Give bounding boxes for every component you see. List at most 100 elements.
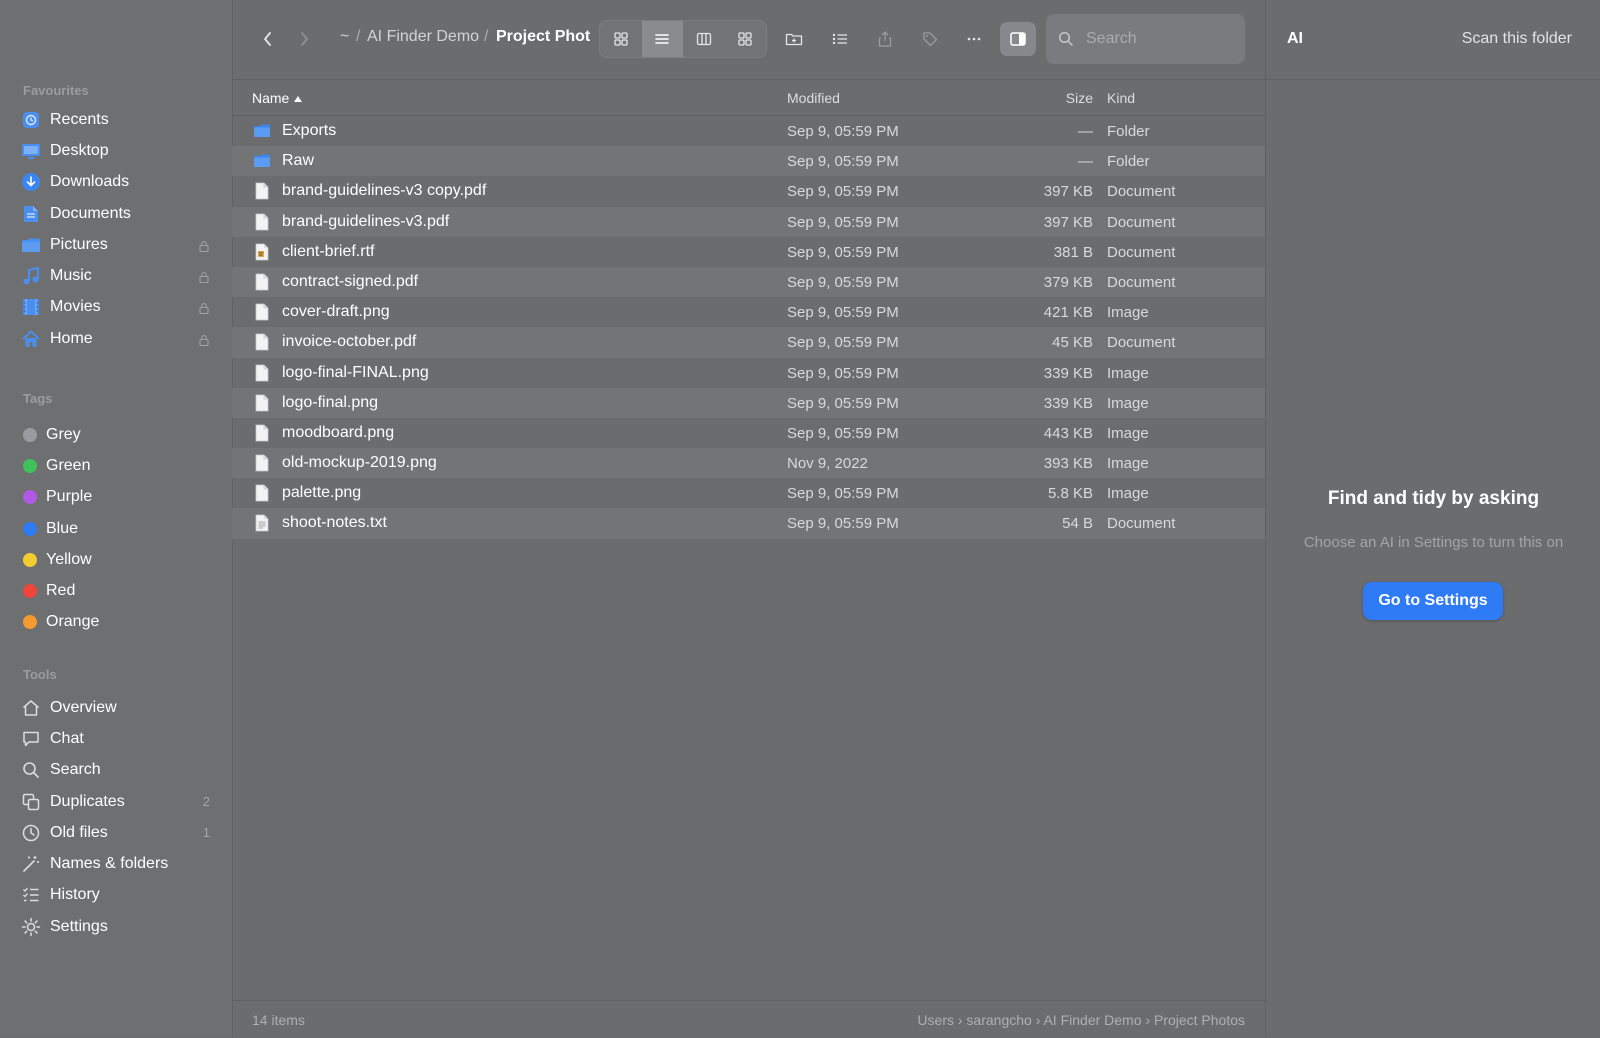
- search-input[interactable]: [1084, 29, 1228, 49]
- tool-item-old-files[interactable]: Old files 1: [0, 817, 232, 848]
- column-header-modified[interactable]: Modified: [787, 90, 840, 106]
- forward-button[interactable]: [292, 26, 316, 52]
- search-field: [1046, 14, 1245, 64]
- breadcrumb-parent[interactable]: AI Finder Demo: [367, 28, 479, 46]
- sidebar: Favourites Recents Desktop Downloads Docume…: [0, 0, 233, 1037]
- breadcrumb-separator: /: [356, 28, 361, 45]
- tool-item-overview[interactable]: Overview: [0, 692, 232, 723]
- more-actions-button[interactable]: [960, 26, 988, 52]
- file-size: —: [1078, 123, 1093, 140]
- clock-icon: [21, 823, 41, 843]
- path-bar[interactable]: Users › sarangcho › AI Finder Demo › Pro…: [917, 1012, 1245, 1028]
- sidebar-item-desktop[interactable]: Desktop: [0, 135, 232, 166]
- checklist-icon: [21, 885, 41, 905]
- file-modified: Sep 9, 05:59 PM: [787, 424, 899, 442]
- column-header-size[interactable]: Size: [1066, 90, 1093, 106]
- tool-item-settings[interactable]: Settings: [0, 911, 232, 942]
- file-row[interactable]: shoot-notes.txt Sep 9, 05:59 PM 54 B Docume…: [232, 508, 1265, 539]
- tool-label: Overview: [50, 698, 117, 716]
- count-badge: 1: [202, 825, 210, 841]
- recents-icon: [21, 110, 41, 130]
- file-kind: Document: [1107, 334, 1176, 352]
- tag-button[interactable]: [916, 26, 944, 52]
- file-modified: Sep 9, 05:59 PM: [787, 123, 899, 140]
- ai-panel: AI Scan this folder Find and tidy by ask…: [1265, 0, 1600, 1037]
- sidebar-item-movies[interactable]: Movies: [0, 292, 232, 323]
- file-name: cover-draft.png: [282, 303, 390, 321]
- file-modified: Sep 9, 05:59 PM: [787, 213, 899, 231]
- sidebar-item-label: Documents: [50, 204, 131, 222]
- sidebar-item-documents[interactable]: Documents: [0, 198, 232, 229]
- file-row[interactable]: cover-draft.png Sep 9, 05:59 PM 421 KB Imag…: [232, 297, 1265, 327]
- duplicates-icon: [21, 792, 41, 812]
- sidebar-item-downloads[interactable]: Downloads: [0, 167, 232, 198]
- column-header-kind[interactable]: Kind: [1107, 90, 1135, 106]
- file-row[interactable]: invoice-october.pdf Sep 9, 05:59 PM 45 KB D…: [232, 327, 1265, 358]
- file-row[interactable]: old-mockup-2019.png Nov 9, 2022 393 KB Imag…: [232, 448, 1265, 479]
- favourites-heading: Favourites: [23, 83, 89, 98]
- tag-color-dot: [23, 584, 37, 599]
- tag-item-yellow[interactable]: Yellow: [0, 544, 232, 575]
- column-view-button[interactable]: [683, 21, 725, 57]
- share-button[interactable]: [871, 26, 899, 52]
- tag-item-purple[interactable]: Purple: [0, 482, 232, 513]
- file-row[interactable]: brand-guidelines-v3 copy.pdf Sep 9, 05:59…: [232, 176, 1265, 206]
- sidebar-item-recents[interactable]: Recents: [0, 104, 232, 135]
- movies-icon: [21, 297, 41, 317]
- breadcrumb-home[interactable]: ~: [340, 28, 349, 46]
- tag-label: Purple: [46, 488, 93, 506]
- sidebar-item-pictures[interactable]: Pictures: [0, 229, 232, 260]
- house-outline-icon: [21, 698, 41, 718]
- sidebar-item-home[interactable]: Home: [0, 323, 232, 354]
- file-kind: Image: [1107, 455, 1149, 473]
- file-row[interactable]: logo-final-FINAL.png Sep 9, 05:59 PM 339 K…: [232, 358, 1265, 388]
- tag-color-dot: [23, 458, 37, 473]
- tag-item-red[interactable]: Red: [0, 575, 232, 606]
- tag-item-green[interactable]: Green: [0, 450, 232, 481]
- list-view-button[interactable]: [641, 21, 683, 57]
- lock-icon: [198, 301, 210, 315]
- file-name: invoice-october.pdf: [282, 333, 417, 351]
- tool-item-duplicates[interactable]: Duplicates 2: [0, 786, 232, 817]
- toggle-ai-panel-button[interactable]: [1000, 22, 1036, 56]
- file-modified: Sep 9, 05:59 PM: [787, 273, 899, 291]
- file-name: logo-final.png: [282, 393, 379, 411]
- new-folder-icon: [785, 33, 803, 46]
- file-list: Exports Sep 9, 05:59 PM — Folder Raw Sep 9, 0…: [232, 116, 1265, 539]
- chevron-left-icon: [264, 32, 271, 46]
- lock-icon: [198, 239, 210, 252]
- tool-item-history[interactable]: History: [0, 880, 232, 911]
- file-size: —: [1078, 153, 1093, 171]
- file-row[interactable]: moodboard.png Sep 9, 05:59 PM 443 KB Image: [232, 418, 1265, 448]
- back-button[interactable]: [256, 26, 280, 52]
- share-icon: [878, 31, 892, 47]
- sidebar-item-music[interactable]: Music: [0, 260, 232, 291]
- gallery-view-button[interactable]: [725, 21, 767, 57]
- tag-icon: [923, 32, 938, 47]
- ai-panel-header: AI Scan this folder: [1266, 0, 1600, 80]
- file-row[interactable]: client-brief.rtf Sep 9, 05:59 PM 381 B Docu…: [232, 237, 1265, 267]
- file-row[interactable]: palette.png Sep 9, 05:59 PM 5.8 KB Image: [232, 478, 1265, 508]
- file-row[interactable]: logo-final.png Sep 9, 05:59 PM 339 KB Image: [232, 387, 1265, 418]
- tag-item-blue[interactable]: Blue: [0, 513, 232, 544]
- new-folder-button[interactable]: [780, 26, 808, 52]
- file-row[interactable]: contract-signed.pdf Sep 9, 05:59 PM 379 KB…: [232, 266, 1265, 298]
- file-size: 443 KB: [1043, 424, 1093, 442]
- icon-view-button[interactable]: [600, 21, 642, 57]
- tool-item-search[interactable]: Search: [0, 755, 232, 786]
- tag-item-grey[interactable]: Grey: [0, 419, 232, 450]
- file-name: palette.png: [282, 484, 362, 502]
- column-header-name[interactable]: Name: [252, 90, 303, 106]
- group-button[interactable]: [826, 26, 854, 52]
- tool-item-chat[interactable]: Chat: [0, 723, 232, 754]
- file-kind: Document: [1107, 273, 1176, 291]
- tool-item-names-folders[interactable]: Names & folders: [0, 848, 232, 879]
- scan-folder-button[interactable]: Scan this folder: [1462, 30, 1572, 48]
- file-row[interactable]: Raw Sep 9, 05:59 PM — Folder: [232, 146, 1265, 177]
- file-row[interactable]: brand-guidelines-v3.pdf Sep 9, 05:59 PM 39…: [232, 206, 1265, 237]
- go-to-settings-button[interactable]: Go to Settings: [1363, 582, 1503, 620]
- file-modified: Sep 9, 05:59 PM: [787, 334, 899, 352]
- tag-label: Red: [46, 582, 76, 600]
- tag-item-orange[interactable]: Orange: [0, 607, 232, 638]
- file-row[interactable]: Exports Sep 9, 05:59 PM — Folder: [232, 116, 1265, 146]
